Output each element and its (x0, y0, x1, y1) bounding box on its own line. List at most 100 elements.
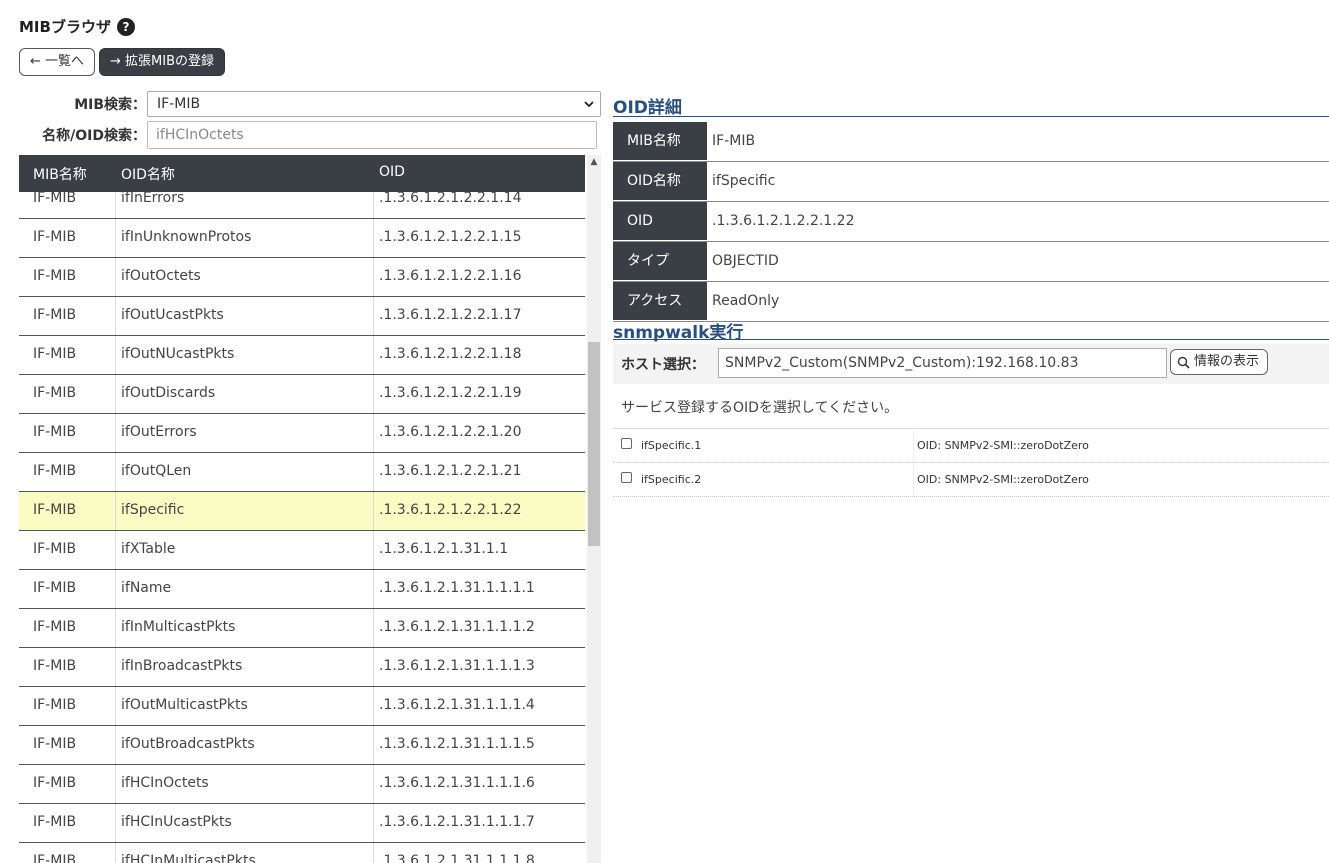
oid-search-label: 名称/OID検索： (42, 128, 146, 144)
column-divider (115, 804, 116, 842)
table-row[interactable]: IF-MIB ifHCInOctets .1.3.6.1.2.1.31.1.1.1.… (19, 765, 585, 804)
mib-search-label: MIB検索： (74, 97, 146, 113)
cell-oid-name: ifOutErrors (121, 424, 197, 440)
column-divider (115, 219, 116, 257)
result-oid-value: OID: SNMPv2-SMI::zeroDotZero (917, 473, 1089, 486)
column-divider (115, 258, 116, 296)
cell-mib-name: IF-MIB (33, 541, 77, 557)
cell-oid: .1.3.6.1.2.1.2.2.1.15 (379, 229, 522, 245)
oid-detail-divider (613, 116, 1329, 117)
detail-key: アクセス (613, 282, 707, 320)
oid-detail-title: OID詳細 (613, 98, 682, 118)
cell-mib-name: IF-MIB (33, 502, 77, 518)
cell-oid-name: ifInUnknownProtos (121, 229, 252, 245)
detail-row: タイプ OBJECTID (613, 242, 1329, 282)
scrollbar-thumb[interactable] (588, 342, 600, 546)
mib-search-select[interactable]: IF-MIB (147, 91, 601, 117)
cell-oid-name: ifSpecific (121, 502, 185, 518)
col-oid-name: OID名称 (121, 167, 175, 183)
select-oid-message: サービス登録するOIDを選択してください。 (621, 400, 899, 416)
result-checkbox[interactable] (621, 472, 632, 483)
detail-key: OID (613, 202, 707, 240)
cell-mib-name: IF-MIB (33, 775, 77, 791)
oid-search-input[interactable]: ifHCInOctets (147, 121, 597, 149)
table-row[interactable]: IF-MIB ifInMulticastPkts .1.3.6.1.2.1.31.1… (19, 609, 585, 648)
cell-mib-name: IF-MIB (33, 736, 77, 752)
cell-oid-name: ifInErrors (121, 190, 185, 206)
cell-mib-name: IF-MIB (33, 424, 77, 440)
column-divider (373, 531, 374, 569)
table-row[interactable]: IF-MIB ifXTable .1.3.6.1.2.1.31.1.1 (19, 531, 585, 570)
table-row[interactable]: IF-MIB ifInBroadcastPkts .1.3.6.1.2.1.31.1… (19, 648, 585, 687)
column-divider (115, 531, 116, 569)
column-divider (115, 726, 116, 764)
cell-oid-name: ifOutMulticastPkts (121, 697, 248, 713)
oid-search-value: ifHCInOctets (156, 127, 244, 143)
column-divider (115, 843, 116, 863)
table-row[interactable]: IF-MIB ifInUnknownProtos .1.3.6.1.2.1.2.2.… (19, 219, 585, 258)
detail-value: ifSpecific (712, 173, 776, 189)
table-row[interactable]: IF-MIB ifHCInMulticastPkts .1.3.6.1.2.1.31… (19, 843, 585, 863)
host-select-row: ホスト選択： SNMPv2_Custom(SNMPv2_Custom):192.… (613, 344, 1329, 384)
table-row[interactable]: IF-MIB ifOutNUcastPkts .1.3.6.1.2.1.2.2.1.… (19, 336, 585, 375)
column-divider (373, 570, 374, 608)
table-row[interactable]: IF-MIB ifOutBroadcastPkts .1.3.6.1.2.1.31.… (19, 726, 585, 765)
column-divider (115, 609, 116, 647)
cell-oid-name: ifHCInMulticastPkts (121, 853, 256, 863)
column-divider (115, 375, 116, 413)
oid-table: MIB名称 OID名称 OID IF-MIB ifInErrors .1.3.6.1… (19, 155, 603, 863)
table-row[interactable]: IF-MIB ifOutMulticastPkts .1.3.6.1.2.1.31.… (19, 687, 585, 726)
column-divider (373, 336, 374, 374)
detail-row: アクセス ReadOnly (613, 282, 1329, 322)
detail-key: タイプ (613, 242, 707, 280)
column-divider (115, 492, 116, 530)
host-select-input[interactable]: SNMPv2_Custom(SNMPv2_Custom):192.168.10.… (718, 348, 1167, 378)
column-divider (373, 297, 374, 335)
cell-oid-name: ifInBroadcastPkts (121, 658, 243, 674)
column-divider (115, 336, 116, 374)
snmpwalk-divider (613, 339, 1329, 340)
show-info-button[interactable]: 情報の表示 (1170, 349, 1269, 375)
result-oid-name: ifSpecific.1 (641, 439, 702, 452)
cell-mib-name: IF-MIB (33, 346, 77, 362)
result-checkbox[interactable] (621, 438, 632, 449)
column-divider (115, 453, 116, 491)
cell-mib-name: IF-MIB (33, 619, 77, 635)
column-divider (373, 414, 374, 452)
chevron-down-icon (584, 101, 594, 108)
help-icon[interactable]: ? (116, 17, 135, 36)
cell-mib-name: IF-MIB (33, 463, 77, 479)
column-divider (913, 463, 914, 496)
show-info-label: 情報の表示 (1194, 354, 1260, 369)
column-divider (373, 375, 374, 413)
register-mib-button[interactable]: → 拡張MIBの登録 (99, 48, 226, 76)
cell-oid: .1.3.6.1.2.1.2.2.1.19 (379, 385, 522, 401)
detail-row: OID名称 ifSpecific (613, 162, 1329, 202)
detail-value: IF-MIB (712, 133, 756, 149)
table-body: IF-MIB ifInErrors .1.3.6.1.2.1.2.2.1.14 IF-… (19, 180, 585, 863)
table-row[interactable]: IF-MIB ifSpecific .1.3.6.1.2.1.2.2.1.22 (19, 492, 585, 531)
cell-oid: .1.3.6.1.2.1.31.1.1.1.6 (379, 775, 535, 791)
column-divider (115, 648, 116, 686)
cell-mib-name: IF-MIB (33, 229, 77, 245)
table-row[interactable]: IF-MIB ifName .1.3.6.1.2.1.31.1.1.1.1 (19, 570, 585, 609)
column-divider (115, 687, 116, 725)
detail-value: .1.3.6.1.2.1.2.2.1.22 (712, 213, 855, 229)
column-divider (115, 297, 116, 335)
detail-key: OID名称 (613, 162, 707, 200)
table-row[interactable]: IF-MIB ifOutDiscards .1.3.6.1.2.1.2.2.1.19 (19, 375, 585, 414)
table-row[interactable]: IF-MIB ifOutQLen .1.3.6.1.2.1.2.2.1.21 (19, 453, 585, 492)
table-row[interactable]: IF-MIB ifOutErrors .1.3.6.1.2.1.2.2.1.20 (19, 414, 585, 453)
cell-oid-name: ifName (121, 580, 172, 596)
cell-oid-name: ifOutBroadcastPkts (121, 736, 255, 752)
cell-oid: .1.3.6.1.2.1.31.1.1.1.2 (379, 619, 535, 635)
cell-oid: .1.3.6.1.2.1.31.1.1.1.3 (379, 658, 535, 674)
table-row[interactable]: IF-MIB ifOutUcastPkts .1.3.6.1.2.1.2.2.1.1… (19, 297, 585, 336)
cell-oid: .1.3.6.1.2.1.2.2.1.21 (379, 463, 522, 479)
scroll-up-arrow-icon[interactable]: ▲ (588, 157, 600, 167)
back-to-list-button[interactable]: ← 一覧へ (19, 48, 96, 76)
table-row[interactable]: IF-MIB ifOutOctets .1.3.6.1.2.1.2.2.1.16 (19, 258, 585, 297)
detail-row: OID .1.3.6.1.2.1.2.2.1.22 (613, 202, 1329, 242)
column-divider (373, 687, 374, 725)
table-row[interactable]: IF-MIB ifHCInUcastPkts .1.3.6.1.2.1.31.1.1… (19, 804, 585, 843)
